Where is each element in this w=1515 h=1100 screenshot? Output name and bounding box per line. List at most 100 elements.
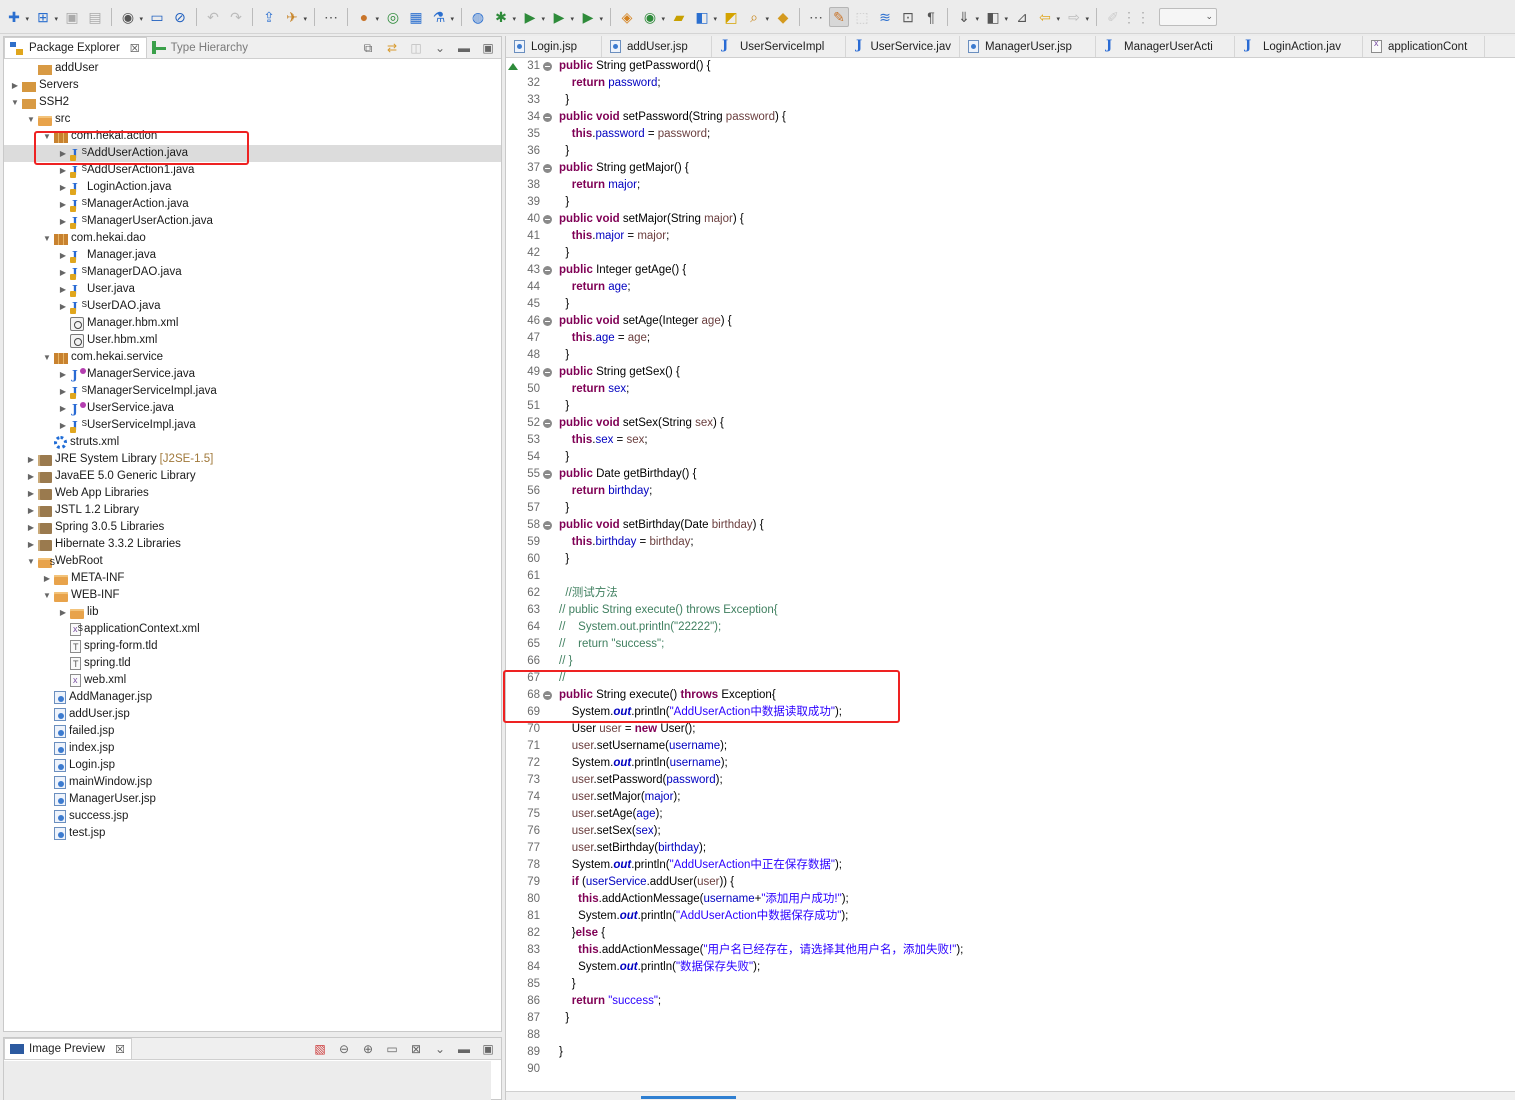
bug-icon[interactable]: ✱ ▾ [491,7,516,27]
code-line[interactable]: 52 public void setSex(String sex) { [506,415,1515,432]
code-line[interactable]: 61 [506,568,1515,585]
tree-item[interactable]: ▶ LoginAction.java [4,179,501,197]
console-icon[interactable]: ▭ [147,7,167,27]
collapsed-arrow-icon[interactable]: ▶ [58,281,68,298]
fit-window-icon[interactable]: ⊠ [409,1042,423,1056]
tab-package-explorer[interactable]: Package Explorer ☒ [4,37,147,58]
link-with-editor-icon[interactable]: ⇄ [385,41,399,55]
code-line[interactable]: 68 public String execute() throws Excepti… [506,63,1515,704]
tree-item[interactable]: ▶ UserService.java [4,400,501,418]
tree-item[interactable]: addUser.jsp [4,706,501,723]
collapsed-arrow-icon[interactable]: ▶ [42,570,52,587]
tree-item[interactable]: ▶ JSTL 1.2 Library [4,502,501,519]
word-wrap-icon[interactable]: ≋ [875,7,895,27]
code-line[interactable]: 84 System.out.println("数据保存失败"); [506,959,1515,976]
code-line[interactable]: 31 public String getPassword() { [506,58,1515,75]
collapsed-arrow-icon[interactable]: ▶ [58,417,68,434]
deploy-icon[interactable]: ⇪ [259,7,279,27]
code-line[interactable]: 67 // [506,670,1515,687]
collapse-icon[interactable] [543,521,552,530]
collapsed-arrow-icon[interactable]: ▶ [58,383,68,400]
fold-toggle-icon[interactable] [542,466,553,483]
tree-item[interactable]: ▶ Web App Libraries [4,485,501,502]
tree-item[interactable]: SapplicationContext.xml [4,621,501,638]
editor-tab[interactable]: UserServiceImpl [712,36,846,57]
editor-tab[interactable]: addUser.jsp [602,36,712,57]
scrollbar-thumb[interactable] [641,1096,736,1099]
code-line[interactable]: 59 this.birthday = birthday; [506,534,1515,551]
code-line[interactable]: 46 public void setAge(Integer age) { [506,313,1515,330]
code-line[interactable]: 51 } [506,398,1515,415]
collapsed-arrow-icon[interactable]: ▶ [26,536,36,553]
tree-item[interactable]: ManagerUser.jsp [4,791,501,808]
dropdown-arrow-icon[interactable]: ▾ [599,16,603,23]
tree-item[interactable]: ▶ SAddUserAction.java [4,145,501,163]
tree-item[interactable]: spring-form.tld [4,638,501,656]
tree-item[interactable]: success.jsp [4,808,501,825]
open-file-icon[interactable]: ◩ [721,7,741,27]
new-package-icon[interactable]: ◉ ▾ [640,7,665,27]
code-line[interactable]: 34 public void setPassword(String passwor… [506,109,1515,126]
fold-toggle-icon[interactable] [542,262,553,279]
horizontal-scrollbar[interactable] [506,1091,1515,1100]
code-line[interactable]: 83 this.addActionMessage("用户名已经存在，请选择其他用… [506,942,1515,959]
collapsed-arrow-icon[interactable]: ▶ [58,213,68,230]
tree-item[interactable]: mainWindow.jsp [4,774,501,791]
expanded-arrow-icon[interactable]: ▼ [42,128,52,145]
minimize-icon[interactable]: ▬ [457,1042,471,1056]
code-line[interactable]: 86 return "success"; [506,993,1515,1010]
view-menu-icon[interactable]: ⌄ [433,41,447,55]
collapse-icon[interactable] [543,62,552,71]
dropdown-arrow-icon[interactable]: ▾ [303,16,307,23]
tree-item[interactable]: ▼ src [4,111,501,128]
collapsed-arrow-icon[interactable]: ▶ [10,77,20,94]
tree-item[interactable]: Login.jsp [4,757,501,774]
expanded-arrow-icon[interactable]: ▼ [10,94,20,111]
code-line[interactable]: 76 user.setSex(sex); [506,823,1515,840]
tree-item[interactable]: ▶ SManagerAction.java [4,196,501,214]
dropdown-arrow-icon[interactable]: ▾ [450,16,454,23]
dropdown-arrow-icon[interactable]: ▾ [54,16,58,23]
tree-item[interactable]: ▶ SUserServiceImpl.java [4,417,501,435]
skip-breakpoints-icon[interactable]: ⊘ [170,7,190,27]
tree-item[interactable]: User.hbm.xml [4,332,501,349]
dropdown-arrow-icon[interactable]: ▾ [25,16,29,23]
collapsed-arrow-icon[interactable]: ▶ [58,298,68,315]
collapsed-arrow-icon[interactable]: ▶ [58,179,68,196]
collapse-icon[interactable] [543,266,552,275]
tree-item[interactable]: ▶ SManagerUserAction.java [4,213,501,231]
expanded-arrow-icon[interactable]: ▼ [26,111,36,128]
code-line[interactable]: 80 this.addActionMessage(username+"添加用户成… [506,891,1515,908]
tree-item[interactable]: addUser [4,60,501,77]
code-line[interactable]: 55 public Date getBirthday() { [506,466,1515,483]
collapsed-arrow-icon[interactable]: ▶ [26,451,36,468]
collapsed-arrow-icon[interactable]: ▶ [58,264,68,281]
collapse-icon[interactable] [543,691,552,700]
collapse-all-icon[interactable]: ⧉ [361,41,375,56]
workspace-icon[interactable]: ▦ [406,7,426,27]
tree-item[interactable]: ▶ SManagerDAO.java [4,264,501,282]
tree-item[interactable]: web.xml [4,672,501,689]
bookmark-icon[interactable]: ◆ [773,7,793,27]
fold-toggle-icon[interactable] [542,211,553,228]
dropdown-arrow-icon[interactable]: ▾ [1056,16,1060,23]
tree-item[interactable]: ▶ ManagerService.java [4,366,501,384]
new-class-icon[interactable]: ◈ [617,7,637,27]
collapsed-arrow-icon[interactable]: ▶ [26,468,36,485]
code-line[interactable]: 81 System.out.println("AddUserAction中数据保… [506,908,1515,925]
collapsed-arrow-icon[interactable]: ▶ [58,162,68,179]
tree-item[interactable]: ▶ JRE System Library [J2SE-1.5] [4,451,501,468]
highlight-icon[interactable]: ✎ [829,6,849,27]
last-edit-icon[interactable]: ⊿ [1012,7,1032,27]
expanded-arrow-icon[interactable]: ▼ [42,587,52,604]
code-line[interactable]: 44 return age; [506,279,1515,296]
code-line[interactable]: 41 this.major = major; [506,228,1515,245]
code-line[interactable]: 79 if (userService.addUser(user)) { [506,874,1515,891]
undo-icon[interactable]: ↶ [203,7,223,27]
tree-item[interactable]: ▶ META-INF [4,570,501,587]
code-line[interactable]: 53 this.sex = sex; [506,432,1515,449]
code-line[interactable]: 60 } [506,551,1515,568]
run-as-icon[interactable]: ▶ ▾ [549,7,574,27]
code-line[interactable]: 65 // return "success"; [506,636,1515,653]
back-icon[interactable]: ⇦ ▾ [1035,7,1060,27]
